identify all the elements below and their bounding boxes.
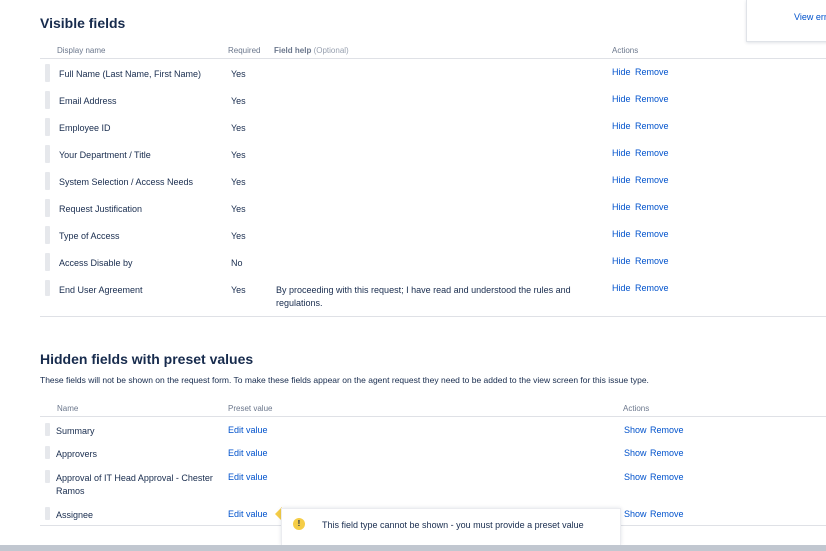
visible-field-required: Yes — [231, 69, 246, 79]
hidden-fields-description: These fields will not be shown on the re… — [40, 375, 649, 385]
drag-handle[interactable] — [45, 172, 50, 190]
visible-field-required: Yes — [231, 150, 246, 160]
hidden-field-name: Summary — [56, 426, 95, 436]
visible-field-required: Yes — [231, 123, 246, 133]
drag-handle[interactable] — [45, 423, 50, 436]
drag-handle[interactable] — [45, 118, 50, 136]
view-errors-link[interactable]: View err — [794, 12, 826, 22]
drag-handle[interactable] — [45, 253, 50, 271]
warning-icon: ! — [293, 518, 305, 530]
edit-value-link[interactable]: Edit value — [228, 448, 268, 458]
visible-field-name: Request Justification — [59, 204, 143, 214]
show-link[interactable]: Show — [624, 509, 647, 519]
drag-handle[interactable] — [45, 507, 50, 520]
show-link[interactable]: Show — [624, 472, 647, 482]
visible-field-name: Full Name (Last Name, First Name) — [59, 69, 202, 79]
divider — [40, 416, 826, 417]
divider — [40, 316, 826, 317]
drag-handle[interactable] — [45, 64, 50, 82]
drag-handle[interactable] — [45, 446, 50, 459]
remove-link[interactable]: Remove — [635, 256, 669, 266]
visible-field-help: By proceeding with this request; I have … — [276, 285, 571, 308]
remove-link[interactable]: Remove — [650, 425, 684, 435]
hide-link[interactable]: Hide — [612, 283, 631, 293]
drag-handle[interactable] — [45, 470, 50, 483]
hide-link[interactable]: Hide — [612, 175, 631, 185]
hide-link[interactable]: Hide — [612, 202, 631, 212]
visible-field-required: Yes — [231, 177, 246, 187]
visible-field-required: No — [231, 258, 243, 268]
visible-field-name: End User Agreement — [59, 285, 143, 295]
show-link[interactable]: Show — [624, 448, 647, 458]
remove-link[interactable]: Remove — [635, 148, 669, 158]
visible-field-required: Yes — [231, 285, 246, 295]
visible-fields-title: Visible fields — [40, 15, 126, 31]
hide-link[interactable]: Hide — [612, 121, 631, 131]
hide-link[interactable]: Hide — [612, 256, 631, 266]
bottom-scrollbar[interactable] — [0, 545, 826, 551]
remove-link[interactable]: Remove — [635, 229, 669, 239]
visible-field-name: Access Disable by — [59, 258, 133, 268]
header-name: Name — [57, 404, 79, 413]
hidden-fields-title: Hidden fields with preset values — [40, 351, 254, 367]
header-preset-value: Preset value — [228, 404, 273, 413]
edit-value-link[interactable]: Edit value — [228, 425, 268, 435]
remove-link[interactable]: Remove — [635, 121, 669, 131]
visible-field-required: Yes — [231, 231, 246, 241]
header-actions: Actions — [623, 404, 650, 413]
drag-handle[interactable] — [45, 91, 50, 109]
remove-link[interactable]: Remove — [635, 67, 669, 77]
visible-field-name: System Selection / Access Needs — [59, 177, 194, 187]
remove-link[interactable]: Remove — [635, 94, 669, 104]
drag-handle[interactable] — [45, 145, 50, 163]
hidden-field-name: Approval of IT Head Approval - Chester R… — [56, 473, 213, 496]
remove-link[interactable]: Remove — [650, 509, 684, 519]
hide-link[interactable]: Hide — [612, 94, 631, 104]
drag-handle[interactable] — [45, 226, 50, 244]
top-right-panel: View err — [746, 0, 826, 42]
header-actions: Actions — [612, 46, 639, 55]
hidden-field-name: Approvers — [56, 449, 98, 459]
header-display-name: Display name — [57, 46, 106, 55]
hidden-field-name: Assignee — [56, 510, 94, 520]
header-field-help: Field help (Optional) — [274, 46, 349, 55]
warning-tooltip: This field type cannot be shown - you mu… — [281, 508, 621, 545]
header-required: Required — [228, 46, 261, 55]
visible-field-name: Type of Access — [59, 231, 120, 241]
remove-link[interactable]: Remove — [650, 448, 684, 458]
visible-field-required: Yes — [231, 204, 246, 214]
drag-handle[interactable] — [45, 280, 50, 296]
remove-link[interactable]: Remove — [650, 472, 684, 482]
show-link[interactable]: Show — [624, 425, 647, 435]
hide-link[interactable]: Hide — [612, 229, 631, 239]
visible-field-name: Email Address — [59, 96, 117, 106]
hide-link[interactable]: Hide — [612, 67, 631, 77]
drag-handle[interactable] — [45, 199, 50, 217]
divider — [40, 58, 826, 59]
edit-value-link[interactable]: Edit value — [228, 509, 268, 519]
visible-field-name: Your Department / Title — [59, 150, 151, 160]
remove-link[interactable]: Remove — [635, 202, 669, 212]
edit-value-link[interactable]: Edit value — [228, 472, 268, 482]
hide-link[interactable]: Hide — [612, 148, 631, 158]
remove-link[interactable]: Remove — [635, 175, 669, 185]
visible-field-required: Yes — [231, 96, 246, 106]
remove-link[interactable]: Remove — [635, 283, 669, 293]
visible-field-name: Employee ID — [59, 123, 111, 133]
tooltip-text: This field type cannot be shown - you mu… — [322, 520, 584, 530]
